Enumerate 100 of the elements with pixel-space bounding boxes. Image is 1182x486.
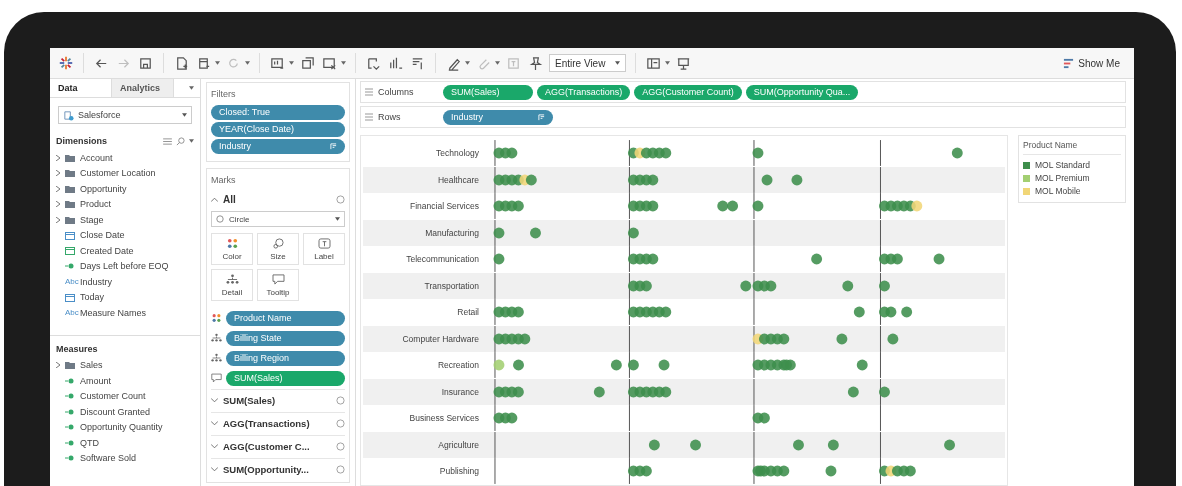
row-header: Healthcare [436,174,480,185]
field-item[interactable]: Account [50,150,200,166]
filter-pill[interactable]: Closed: True [211,105,345,120]
row-header: Insurance [440,386,480,397]
shelf-label: Rows [378,112,402,122]
field-pill[interactable]: Billing Region [226,350,345,366]
shelf-label: Columns [378,87,415,97]
folder-icon [65,361,75,370]
field-item[interactable]: Opportunity [50,181,200,197]
section-heading: Measures [56,343,99,354]
field-item[interactable]: Created Date [50,243,200,259]
expand-chevron-icon[interactable] [56,201,60,208]
calendar-icon [65,246,75,256]
detail-icon [211,333,222,343]
filter-pill[interactable]: Industry [211,139,345,154]
measure-icon [65,262,75,271]
circle-icon [336,395,345,405]
tooltip-icon [271,273,285,285]
logo-icon[interactable] [58,55,74,71]
marks-card-heading[interactable]: SUM(Sales) [223,394,331,406]
marks-card-heading[interactable]: SUM(Opportunity... [223,463,331,475]
color-dots-icon [211,313,222,323]
field-item[interactable]: Customer Count [50,388,200,404]
mark-property-button[interactable]: Tooltip [257,269,299,301]
field-item[interactable]: Stage [50,212,200,228]
view-mode-dropdown[interactable]: Entire View [549,54,627,72]
caret-icon[interactable] [665,61,671,65]
field-item[interactable]: Amount [50,373,200,389]
filter-pill[interactable]: YEAR(Close Date) [211,122,345,137]
row-header: Telecommunication [405,254,480,265]
type-glyph: Abc [65,277,80,287]
mark-property-button[interactable]: Detail [211,269,253,301]
caret-icon[interactable] [189,86,194,90]
field-item[interactable]: AbcIndustry [50,274,200,290]
caret-icon [182,113,187,117]
measure-icon [65,407,75,416]
pin-icon[interactable] [527,54,544,72]
marks-all-heading[interactable]: All [223,193,331,205]
shelf-icon [365,113,373,121]
legend-label: MOL Mobile [1035,186,1081,196]
caret-icon[interactable] [289,61,294,65]
data-source-dropdown[interactable]: Salesforce [58,106,192,124]
caret-icon[interactable] [215,61,220,65]
expand-chevron-icon[interactable] [56,154,60,161]
marks-card-heading[interactable]: AGG(Transactions) [223,417,331,429]
field-item[interactable]: AbcMeasure Names [50,305,200,321]
row-header: Computer Hardware [401,333,480,344]
grid-view-icon[interactable] [163,137,172,145]
expand-chevron-icon[interactable] [211,466,218,472]
field-pill[interactable]: Billing State [226,330,345,346]
mark-property-button[interactable]: Color [211,233,253,265]
field-item[interactable]: Opportunity Quantity [50,419,200,435]
field-item[interactable]: QTD [50,435,200,451]
collapse-chevron-icon[interactable] [211,196,218,202]
caret-icon[interactable] [245,61,250,65]
duplicate-icon[interactable] [299,54,316,72]
row-header: Financial Services [409,201,480,212]
field-item[interactable]: Days Left before EOQ [50,258,200,274]
mark-type-dropdown[interactable]: Circle [211,211,345,227]
mark-property-button[interactable]: Label [303,233,345,265]
card-title: Filters [211,89,237,99]
expand-chevron-icon[interactable] [56,170,60,177]
show-me-button[interactable]: Show Me [1057,56,1126,70]
measure-icon [65,438,75,447]
circle-icon [336,194,345,204]
calendar-icon [65,230,75,240]
measure-icon [65,376,75,385]
field-item[interactable]: Today [50,289,200,305]
shelf-pill[interactable]: Industry [443,109,553,125]
expand-chevron-icon[interactable] [56,185,60,192]
pane-tab[interactable]: Analytics [112,79,174,97]
field-item[interactable]: Discount Granted [50,404,200,420]
card-title: Marks [211,175,237,185]
field-item[interactable]: Customer Location [50,165,200,181]
caret-icon[interactable] [189,139,194,143]
search-icon[interactable] [176,136,185,146]
row-header: Recreation [436,360,480,371]
detail-icon [211,353,222,363]
circle-icon [336,464,345,474]
row-header: Business Services [408,413,480,424]
legend-title: Product Name [1023,140,1121,155]
row-header: Manufacturing [424,227,480,238]
field-item[interactable]: Sales [50,357,200,373]
size-circles-icon [271,237,285,249]
expand-chevron-icon[interactable] [56,216,60,223]
field-item[interactable]: Product [50,196,200,212]
caret-icon[interactable] [495,61,500,65]
expand-chevron-icon[interactable] [56,362,60,369]
expand-chevron-icon[interactable] [211,420,218,426]
expand-chevron-icon[interactable] [211,443,218,449]
caret-icon[interactable] [341,61,346,65]
marks-card-heading[interactable]: AGG(Customer C... [223,440,331,452]
shelf-icon [365,88,373,96]
caret-icon[interactable] [465,61,470,65]
field-item[interactable]: Close Date [50,227,200,243]
expand-chevron-icon[interactable] [211,397,218,403]
mark-property-button[interactable]: Size [257,233,299,265]
field-pill[interactable]: Product Name [226,310,345,326]
color-dots-icon [225,237,239,249]
field-item[interactable]: Software Sold [50,450,200,466]
